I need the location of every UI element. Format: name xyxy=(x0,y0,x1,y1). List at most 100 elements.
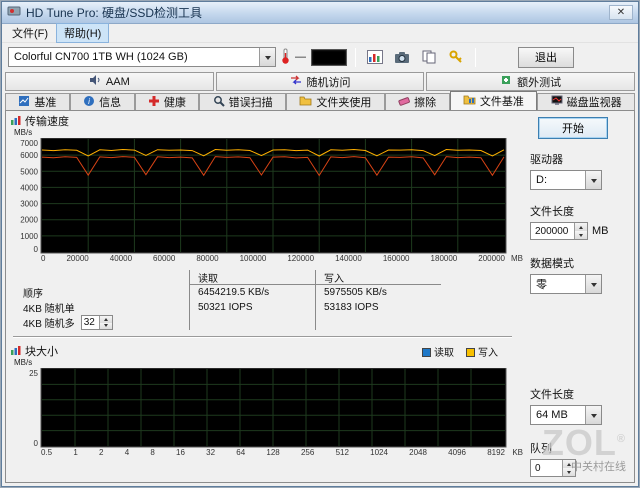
block-size-section-header: 块大小 读取 写入 xyxy=(11,344,514,358)
close-button[interactable]: ✕ xyxy=(609,5,633,20)
info-icon: i xyxy=(83,95,95,110)
temperature-display xyxy=(311,49,347,66)
primary-tab-row: 基准 i 信息 健康 错误扫描 文件夹使用 擦除 文件基准 磁盘监视器 xyxy=(2,91,638,110)
copy-icon[interactable] xyxy=(418,46,440,68)
x-tick-label: 0.5 xyxy=(41,448,52,459)
chevron-down-icon[interactable] xyxy=(259,48,275,66)
options-key-icon[interactable] xyxy=(445,46,467,68)
data-pattern-select[interactable]: 零 xyxy=(530,274,602,294)
chevron-down-icon[interactable] xyxy=(585,275,601,293)
tab-random-access[interactable]: 随机访问 xyxy=(216,72,425,91)
benchmark-icon xyxy=(18,95,30,110)
disk-monitor-icon xyxy=(551,95,563,109)
x-tick-label: 32 xyxy=(206,448,215,459)
x-tick-label: 64 xyxy=(236,448,245,459)
x-tick-label: 1 xyxy=(73,448,77,459)
x-tick-label: 4 xyxy=(125,448,129,459)
exit-button[interactable]: 退出 xyxy=(518,47,574,68)
chevron-down-icon[interactable] xyxy=(585,171,601,189)
tab-folder-usage[interactable]: 文件夹使用 xyxy=(286,93,385,110)
queue-input[interactable]: 0 xyxy=(530,459,576,477)
svg-text:2000: 2000 xyxy=(20,216,38,225)
x-tick-label: 1024 xyxy=(370,448,388,459)
toolbar-separator xyxy=(475,48,476,67)
tab-aam[interactable]: AAM xyxy=(5,72,214,91)
screenshot-camera-icon[interactable] xyxy=(391,46,413,68)
toolbar: Colorful CN700 1TB WH (1024 GB) — 退出 xyxy=(2,43,638,71)
legend-write-label: 写入 xyxy=(478,348,498,359)
menu-help[interactable]: 帮助(H) xyxy=(56,23,109,43)
block-file-length-field: 文件长度 64 MB xyxy=(530,386,628,425)
tab-disk-monitor[interactable]: 磁盘监视器 xyxy=(537,93,635,110)
tab-label: 文件基准 xyxy=(480,93,524,109)
queue-value: 0 xyxy=(531,463,562,474)
target-drive-select[interactable]: D: xyxy=(530,170,602,190)
window-title: HD Tune Pro: 硬盘/SSD检测工具 xyxy=(26,4,604,21)
x-tick-label: 0 xyxy=(41,254,45,265)
benchmark-graph-icon[interactable] xyxy=(364,46,386,68)
tab-label: 随机访问 xyxy=(307,74,351,90)
queue-field: 队列 0 xyxy=(530,440,628,477)
transfer-speed-section-header: 传输速度 xyxy=(11,114,514,128)
drive-select-value: Colorful CN700 1TB WH (1024 GB) xyxy=(9,51,259,63)
tab-file-benchmark[interactable]: 文件基准 xyxy=(450,91,538,110)
block-file-length-select[interactable]: 64 MB xyxy=(530,405,602,425)
chart-legend: 读取 写入 xyxy=(422,344,498,359)
transfer-speed-title: 传输速度 xyxy=(25,113,69,129)
magnifier-icon xyxy=(213,95,225,110)
sequential-write-value: 5975505 KB/s xyxy=(315,285,441,300)
tab-label: 擦除 xyxy=(414,94,436,110)
drive-label: 驱动器 xyxy=(530,151,628,167)
folder-icon xyxy=(299,95,312,109)
block-size-icon xyxy=(11,345,21,358)
row-label-4k-random-single: 4KB 随机单 xyxy=(23,300,189,315)
drive-select[interactable]: Colorful CN700 1TB WH (1024 GB) xyxy=(8,47,276,67)
tab-erase[interactable]: 擦除 xyxy=(385,93,450,110)
aam-icon xyxy=(89,74,101,89)
menu-file[interactable]: 文件(F) xyxy=(4,23,56,43)
queue-label: 队列 xyxy=(530,440,628,456)
x-tick-label: 40000 xyxy=(110,254,132,265)
x-tick-label: 60000 xyxy=(153,254,175,265)
legend-write: 写入 xyxy=(466,344,498,359)
tab-label: 健康 xyxy=(164,94,186,110)
chevron-down-icon[interactable] xyxy=(585,406,601,424)
tab-label: 磁盘监视器 xyxy=(567,94,622,110)
titlebar[interactable]: HD Tune Pro: 硬盘/SSD检测工具 ✕ xyxy=(2,2,638,24)
hdtune-window: HD Tune Pro: 硬盘/SSD检测工具 ✕ 文件(F) 帮助(H) Co… xyxy=(1,1,639,487)
tab-label: 额外测试 xyxy=(517,74,561,90)
row-label-sequential: 顺序 xyxy=(23,285,189,300)
tab-health[interactable]: 健康 xyxy=(135,93,200,110)
tab-extra-tests[interactable]: 额外测试 xyxy=(426,72,635,91)
target-drive-value: D: xyxy=(531,174,585,186)
x-tick-label: 180000 xyxy=(431,254,458,265)
transfer-chart-y-unit: MB/s xyxy=(14,128,514,138)
sequential-read-value: 6454219.5 KB/s xyxy=(189,285,315,300)
write-column-header: 写入 xyxy=(315,270,441,285)
tab-info[interactable]: i 信息 xyxy=(70,93,135,110)
stepper-arrows-icon[interactable] xyxy=(99,316,112,329)
tab-label: 错误扫描 xyxy=(229,94,273,110)
queue-depth-stepper[interactable]: 32 xyxy=(81,315,113,330)
tab-benchmark[interactable]: 基准 xyxy=(5,93,70,110)
stepper-arrows-icon[interactable] xyxy=(574,223,587,239)
start-button[interactable]: 开始 xyxy=(538,117,608,139)
legend-write-swatch xyxy=(466,348,475,357)
file-length-input[interactable]: 200000 xyxy=(530,222,588,240)
app-icon xyxy=(7,4,21,21)
svg-text:0: 0 xyxy=(34,245,39,254)
svg-text:0: 0 xyxy=(34,439,39,448)
file-length-label: 文件长度 xyxy=(530,203,628,219)
stepper-arrows-icon[interactable] xyxy=(562,460,575,476)
file-length-field: 文件长度 200000 MB xyxy=(530,203,628,240)
x-tick-label: 8 xyxy=(150,448,154,459)
random-single-write-value: 53183 IOPS xyxy=(315,300,441,315)
main-panel: 传输速度 MB/s 70006000500040003000200010000 … xyxy=(6,111,514,482)
svg-text:6000: 6000 xyxy=(20,151,38,160)
file-length-value: 200000 xyxy=(531,226,574,237)
transfer-chart-x-labels: 0200004000060000800001000001200001400001… xyxy=(41,254,505,265)
tab-error-scan[interactable]: 错误扫描 xyxy=(199,93,286,110)
x-tick-label: 4096 xyxy=(448,448,466,459)
legend-read-label: 读取 xyxy=(434,348,454,359)
transfer-speed-icon xyxy=(11,115,21,128)
